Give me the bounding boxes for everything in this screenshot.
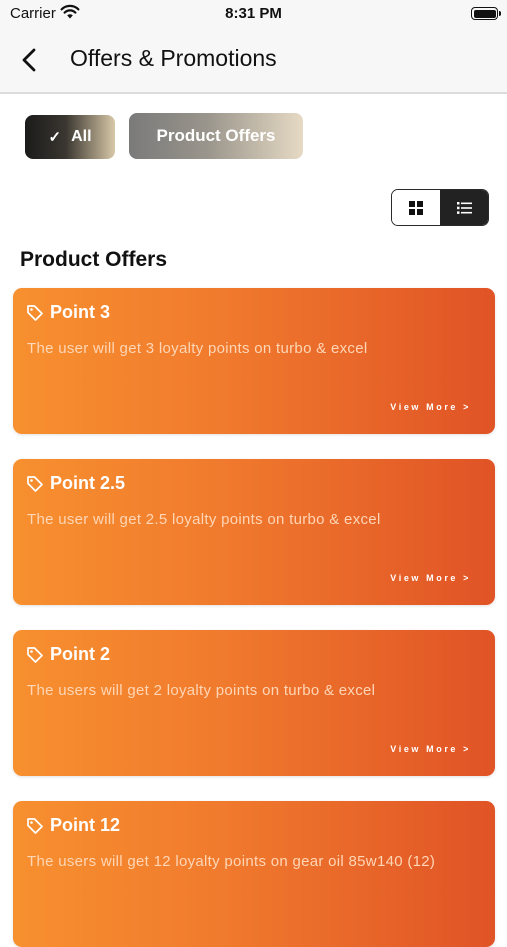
chevron-left-icon — [22, 48, 36, 72]
offer-title: Point 2.5 — [50, 473, 126, 493]
view-more-link[interactable]: View More > — [390, 573, 471, 583]
back-button[interactable] — [16, 45, 44, 75]
offer-description: The users will get 2 loyalty points on t… — [27, 682, 376, 699]
offer-description: The user will get 3 loyalty points on tu… — [27, 340, 368, 357]
status-bar: Carrier 8:31 PM — [0, 0, 507, 30]
view-toggle — [391, 189, 489, 226]
check-icon: ✓ — [48, 129, 62, 146]
tag-icon — [26, 475, 44, 498]
offer-title: Point 2 — [50, 644, 111, 664]
tag-icon — [26, 817, 44, 840]
offer-description: The user will get 2.5 loyalty points on … — [27, 511, 381, 528]
filter-chip-product-label: Product Offers — [156, 126, 276, 145]
offer-card[interactable]: Point 2.5 The user will get 2.5 loyalty … — [13, 459, 495, 605]
grid-view-button[interactable] — [392, 190, 440, 225]
tag-icon — [26, 304, 44, 327]
grid-icon — [409, 200, 423, 215]
offer-title: Point 12 — [50, 815, 121, 835]
view-more-link[interactable]: View More > — [390, 402, 471, 412]
offer-title: Point 3 — [50, 302, 111, 322]
view-more-link[interactable]: View More > — [390, 744, 471, 754]
list-icon — [456, 201, 472, 214]
offer-description: The users will get 12 loyalty points on … — [27, 853, 436, 870]
offer-card[interactable]: Point 12 The users will get 12 loyalty p… — [13, 801, 495, 947]
offer-card[interactable]: Point 2 The users will get 2 loyalty poi… — [13, 630, 495, 776]
filter-chip-all-label: All — [71, 128, 92, 145]
offer-card[interactable]: Point 3 The user will get 3 loyalty poin… — [13, 288, 495, 434]
filter-chip-all[interactable]: ✓ All — [25, 115, 115, 159]
page-title: Offers & Promotions — [70, 45, 277, 71]
list-view-button[interactable] — [440, 190, 488, 225]
section-title: Product Offers — [20, 248, 168, 271]
filter-chip-product-offers[interactable]: Product Offers — [129, 113, 303, 159]
navigation-bar: Offers & Promotions — [0, 30, 507, 94]
clock-time: 8:31 PM — [225, 5, 282, 22]
battery-icon — [471, 7, 501, 20]
tag-icon — [26, 646, 44, 669]
